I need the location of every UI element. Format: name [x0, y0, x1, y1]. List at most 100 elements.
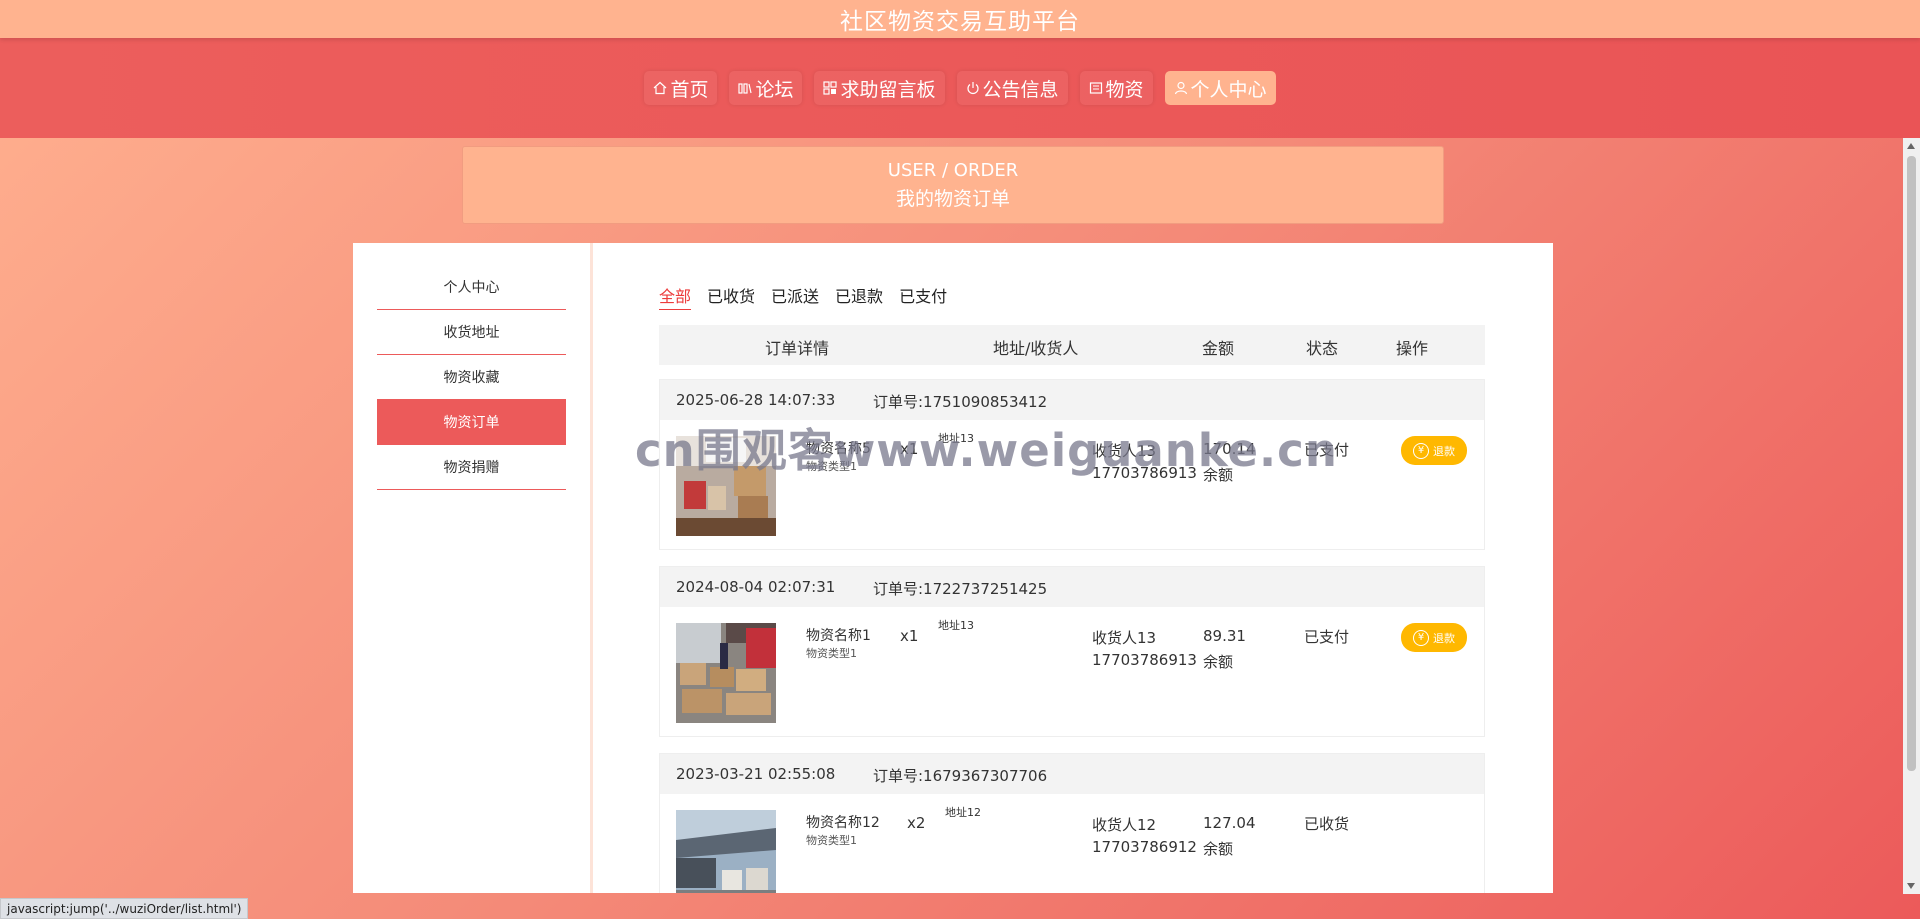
tab-received[interactable]: 已收货 [707, 283, 755, 310]
grid-icon [823, 81, 838, 95]
sidebar-item-orders[interactable]: 物资订单 [377, 400, 566, 445]
payment-method: 余额 [1203, 840, 1234, 858]
nav-help-board[interactable]: 求助留言板 [814, 71, 945, 105]
home-icon [654, 81, 667, 95]
product-name[interactable]: 物资名称1 [806, 625, 871, 645]
nav-label: 公告信息 [982, 78, 1059, 101]
orders-content: 全部 已收货 已派送 已退款 已支付 订单详情 地址/收货人 金额 状态 操作 … [659, 243, 1489, 893]
product-name[interactable]: 物资名称12 [806, 812, 880, 832]
order-phone: 17703786913 [1092, 651, 1197, 669]
tab-dispatched[interactable]: 已派送 [771, 283, 819, 310]
order-card: 2025-06-28 14:07:33 订单号:1751090853412 物资… [659, 379, 1485, 550]
refund-button[interactable]: ¥ 退款 [1401, 623, 1467, 652]
nav-label: 首页 [670, 78, 709, 101]
header-action: 操作 [1396, 339, 1429, 358]
order-number: 订单号:1679367307706 [873, 767, 1048, 785]
nav-home[interactable]: 首页 [644, 71, 718, 105]
order-address: 地址13 [938, 619, 974, 632]
refund-label: 退款 [1433, 444, 1455, 458]
order-date: 2025-06-28 14:07:33 [676, 391, 836, 409]
order-body: 物资名称1 物资类型1 x1 地址13 收货人13 17703786913 89… [660, 607, 1484, 737]
product-type: 物资类型1 [806, 647, 857, 660]
scrollbar-thumb[interactable] [1907, 156, 1916, 771]
order-status: 已收货 [1304, 815, 1350, 833]
box-icon [1089, 82, 1102, 94]
tab-refunded[interactable]: 已退款 [835, 283, 883, 310]
sidebar-item-address[interactable]: 收货地址 [377, 310, 566, 355]
header-amount: 金额 [1202, 339, 1235, 358]
sidebar-item-user-center[interactable]: 个人中心 [377, 265, 566, 310]
product-type: 物资类型1 [806, 834, 857, 847]
order-number: 订单号:1722737251425 [873, 580, 1048, 598]
product-name[interactable]: 物资名称5 [806, 438, 871, 458]
page-scrollbar[interactable] [1903, 138, 1920, 894]
product-photo [676, 623, 776, 723]
order-status: 已支付 [1304, 441, 1350, 459]
nav-label: 个人中心 [1190, 78, 1267, 101]
nav-user-center[interactable]: 个人中心 [1164, 71, 1276, 105]
site-title: 社区物资交易互助平台 [840, 9, 1080, 35]
order-header: 2025-06-28 14:07:33 订单号:1751090853412 [660, 380, 1484, 420]
scroll-down-arrow[interactable] [1907, 883, 1915, 889]
order-header: 2023-03-21 02:55:08 订单号:1679367307706 [660, 754, 1484, 794]
order-receiver: 收货人13 [1092, 442, 1157, 460]
order-card: 2023-03-21 02:55:08 订单号:1679367307706 物资… [659, 753, 1485, 893]
payment-method: 余额 [1203, 653, 1234, 671]
sidebar-item-favorites[interactable]: 物资收藏 [377, 355, 566, 400]
page-banner: USER / ORDER 我的物资订单 [462, 146, 1444, 224]
product-quantity: x2 [907, 814, 926, 832]
order-receiver: 收货人12 [1092, 816, 1157, 834]
header-status: 状态 [1306, 339, 1339, 358]
banner-subtitle: USER / ORDER [887, 160, 1019, 181]
product-quantity: x1 [900, 627, 919, 645]
order-body: 物资名称12 物资类型1 x2 地址12 收货人12 17703786912 1… [660, 794, 1484, 893]
order-number: 订单号:1751090853412 [873, 393, 1048, 411]
order-status: 已支付 [1304, 628, 1350, 646]
user-icon [1174, 81, 1187, 95]
browser-status-url: javascript:jump('../wuziOrder/list.html'… [0, 898, 249, 919]
nav-label: 物资 [1105, 78, 1144, 101]
order-header: 2024-08-04 02:07:31 订单号:1722737251425 [660, 567, 1484, 607]
nav-forum[interactable]: 论坛 [729, 71, 803, 105]
product-photo [676, 810, 776, 893]
product-type: 物资类型1 [806, 460, 857, 473]
product-image[interactable] [676, 810, 776, 893]
nav-announcements[interactable]: 公告信息 [956, 71, 1068, 105]
user-sidebar: 个人中心 收货地址 物资收藏 物资订单 物资捐赠 [353, 243, 593, 893]
order-address: 地址12 [945, 806, 981, 819]
page-title: 我的物资订单 [895, 188, 1010, 210]
sidebar-item-donations[interactable]: 物资捐赠 [377, 445, 566, 490]
order-tabs: 全部 已收货 已派送 已退款 已支付 [659, 283, 947, 310]
tab-paid[interactable]: 已支付 [899, 283, 947, 310]
nav-supplies[interactable]: 物资 [1079, 71, 1153, 105]
product-image[interactable] [676, 436, 776, 536]
header-address: 地址/收货人 [993, 339, 1079, 358]
refund-button[interactable]: ¥ 退款 [1401, 436, 1467, 465]
order-phone: 17703786912 [1092, 838, 1197, 856]
order-date: 2023-03-21 02:55:08 [676, 765, 836, 783]
order-body: 物资名称5 物资类型1 x1 地址13 收货人13 17703786913 17… [660, 420, 1484, 550]
scroll-up-arrow[interactable] [1907, 143, 1915, 149]
tab-all[interactable]: 全部 [659, 283, 692, 310]
refund-label: 退款 [1433, 631, 1455, 645]
order-phone: 17703786913 [1092, 464, 1197, 482]
order-receiver: 收货人13 [1092, 629, 1157, 647]
forum-icon [738, 83, 753, 94]
product-quantity: x1 [900, 440, 919, 458]
orders-table-header: 订单详情 地址/收货人 金额 状态 操作 [659, 325, 1485, 365]
order-amount: 89.31 [1203, 627, 1246, 645]
main-nav: 首页 论坛 求助留言板 公告信息 物资 个人中心 [0, 38, 1920, 138]
yen-icon: ¥ [1413, 629, 1429, 646]
yen-icon: ¥ [1413, 442, 1429, 459]
nav-label: 论坛 [755, 78, 794, 101]
payment-method: 余额 [1203, 466, 1234, 484]
product-photo [676, 436, 776, 536]
product-image[interactable] [676, 623, 776, 723]
site-header: 社区物资交易互助平台 [0, 0, 1920, 38]
order-date: 2024-08-04 02:07:31 [676, 578, 836, 596]
order-card: 2024-08-04 02:07:31 订单号:1722737251425 物资… [659, 566, 1485, 737]
power-icon [966, 82, 979, 95]
order-address: 地址13 [938, 432, 974, 445]
header-order-details: 订单详情 [765, 339, 830, 358]
nav-label: 求助留言板 [840, 78, 936, 101]
